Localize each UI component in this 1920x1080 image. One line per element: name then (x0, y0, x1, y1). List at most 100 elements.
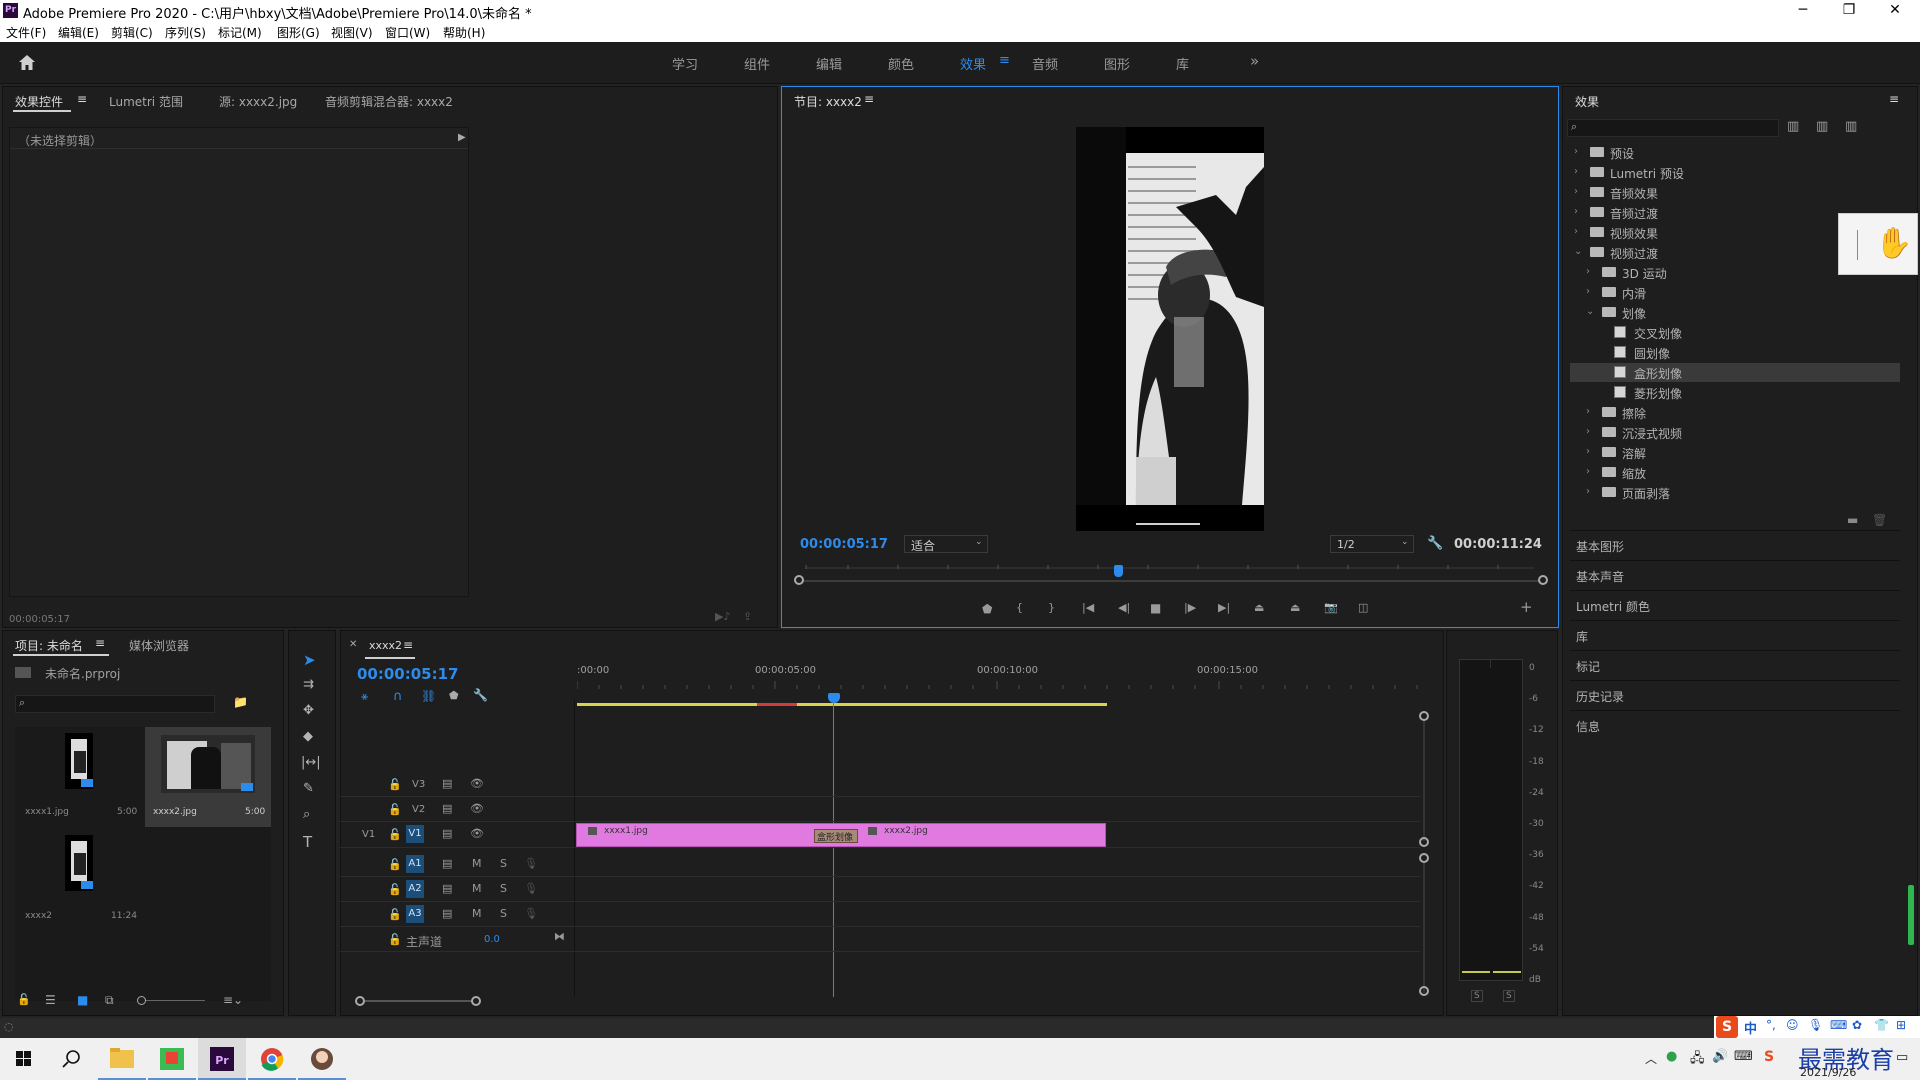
track-target-a2[interactable]: A2 (406, 880, 424, 898)
timeline-settings-icon[interactable]: 🔧 (473, 688, 488, 702)
chrome-icon[interactable] (248, 1038, 296, 1080)
effects-tree-item[interactable]: › 预设 (1570, 143, 1900, 162)
extract-icon[interactable]: ⏏ (1290, 601, 1300, 614)
workspace-libraries[interactable]: 库 (1176, 54, 1189, 73)
menu-view[interactable]: 视图(V) (331, 24, 373, 41)
accelerated-effects-icon[interactable]: ▥ (1787, 119, 1799, 134)
tab-sequence[interactable]: xxxx2 (369, 639, 402, 652)
tab-media-browser[interactable]: 媒体浏览器 (129, 637, 189, 654)
voice-over-icon[interactable]: 🎙 (524, 857, 538, 870)
comparison-view-icon[interactable]: ◫ (1358, 601, 1368, 614)
add-marker-icon[interactable]: ⬟ (982, 602, 992, 616)
zoom-tool-icon[interactable]: ⌕ (303, 807, 310, 822)
voice-over-icon[interactable]: 🎙 (524, 882, 538, 895)
premiere-pro-taskbar-icon[interactable]: Pr (198, 1038, 246, 1080)
zoom-handle-left[interactable] (794, 575, 804, 585)
workspace-color[interactable]: 颜色 (888, 54, 914, 73)
chevron-right-icon[interactable]: › (1574, 226, 1578, 237)
pen-tool-icon[interactable]: ✎ (303, 781, 314, 796)
h-zoom-handle-right[interactable] (471, 996, 481, 1006)
avatar-app-icon[interactable] (298, 1038, 346, 1080)
sync-lock-icon[interactable]: ▤ (442, 857, 452, 870)
solo-button[interactable]: S (500, 857, 507, 870)
resolution-dropdown[interactable]: 1/2 ⌄ (1330, 535, 1414, 553)
effects-tree-item[interactable]: 盒形划像 (1570, 363, 1900, 382)
effects-tree-item[interactable]: 菱形划像 (1570, 383, 1900, 402)
project-item-selected[interactable]: xxxx2.jpg 5:00 (145, 727, 271, 827)
tab-audio-clip-mixer[interactable]: 音频剪辑混合器: xxxx2 (325, 93, 453, 110)
effects-tree-item[interactable]: 交叉划像 (1570, 323, 1900, 342)
section-info[interactable]: 信息 (1570, 710, 1900, 740)
fit-dropdown[interactable]: 适合 ⌄ (904, 535, 988, 553)
effects-tree-item[interactable]: › 擦除 (1570, 403, 1900, 422)
selection-tool-icon[interactable]: ➤ (303, 651, 316, 669)
add-button-icon[interactable]: + (1520, 598, 1533, 616)
mute-button[interactable]: M (472, 907, 482, 920)
section-markers[interactable]: 标记 (1570, 650, 1900, 680)
export-icon[interactable]: ⇪ (743, 610, 752, 623)
eye-icon[interactable]: 👁 (470, 827, 484, 840)
project-item[interactable]: xxxx2 11:24 (15, 831, 141, 931)
menu-clip[interactable]: 剪辑(C) (111, 24, 153, 41)
voice-over-icon[interactable]: 🎙 (524, 907, 538, 920)
effects-tree-item[interactable]: › 溶解 (1570, 443, 1900, 462)
effects-tree-item[interactable]: › 内滑 (1570, 283, 1900, 302)
project-search-input[interactable]: ⌕ (15, 695, 215, 713)
ime-language[interactable]: 中 (1744, 1018, 1757, 1037)
maximize-button[interactable]: ❐ (1826, 0, 1872, 22)
lock-track-icon[interactable]: 🔓 (388, 803, 402, 816)
menu-edit[interactable]: 编辑(E) (58, 24, 99, 41)
master-volume[interactable]: 0.0 (484, 934, 500, 945)
effects-menu-icon[interactable]: ≡ (1889, 92, 1899, 106)
32bit-effects-icon[interactable]: ▥ (1816, 119, 1828, 134)
chevron-down-icon[interactable]: ⌄ (1574, 246, 1582, 257)
icon-view-icon[interactable]: ■ (77, 993, 88, 1007)
snap-magnet-icon[interactable]: ∩ (393, 689, 403, 704)
horizontal-scrollbar[interactable] (365, 1000, 473, 1002)
lift-icon[interactable]: ⏏ (1254, 601, 1264, 614)
menu-window[interactable]: 窗口(W) (385, 24, 430, 41)
tab-lumetri-scopes[interactable]: Lumetri 范围 (109, 93, 183, 110)
close-button[interactable]: ✕ (1872, 0, 1918, 22)
new-bin-icon[interactable]: ▬ (1847, 513, 1858, 527)
lock-track-icon[interactable]: 🔓 (388, 933, 402, 946)
tab-program[interactable]: 节目: xxxx2 (794, 93, 862, 110)
expand-arrow-icon[interactable]: ▶ (458, 132, 466, 143)
play-only-audio-icon[interactable]: ▶♪ (715, 610, 730, 623)
program-scrubber[interactable] (798, 565, 1542, 579)
menu-marker[interactable]: 标记(M) (218, 24, 262, 41)
go-to-out-icon[interactable]: ▶| (1218, 601, 1230, 614)
mark-in-icon[interactable]: { (1016, 601, 1023, 614)
chevron-right-icon[interactable]: › (1574, 206, 1578, 217)
zoom-slider-handle[interactable] (137, 996, 146, 1005)
timeline-playhead-handle[interactable] (828, 693, 840, 703)
minimize-button[interactable]: ─ (1780, 0, 1826, 22)
sort-icon[interactable]: ≡⌄ (223, 993, 243, 1007)
lock-track-icon[interactable]: 🔓 (388, 883, 402, 896)
chevron-right-icon[interactable]: › (1574, 186, 1578, 197)
workspace-effects[interactable]: 效果 (960, 54, 986, 73)
eye-icon[interactable]: 👁 (470, 802, 484, 815)
track-select-tool-icon[interactable]: ⇉ (303, 677, 314, 692)
audio-scrollbar[interactable] (1423, 863, 1425, 993)
effects-tree-item[interactable]: › 沉浸式视频 (1570, 423, 1900, 442)
chevron-right-icon[interactable]: › (1574, 166, 1578, 177)
stop-icon[interactable]: ■ (1150, 601, 1161, 615)
track-target-v1[interactable]: V1 (406, 825, 424, 843)
effects-tree-item[interactable]: › Lumetri 预设 (1570, 163, 1900, 182)
timeline-current-timecode[interactable]: 00:00:05:17 (357, 665, 459, 683)
sync-lock-icon[interactable]: ▤ (442, 827, 452, 840)
sync-lock-icon[interactable]: ▤ (442, 777, 452, 790)
ime-punctuation-icon[interactable]: °, (1766, 1018, 1776, 1032)
solo-button[interactable]: S (500, 882, 507, 895)
effects-tree-item[interactable]: ⌄ 划像 (1570, 303, 1900, 322)
effects-search-input[interactable]: ⌕ (1567, 119, 1779, 137)
workspace-graphics[interactable]: 图形 (1104, 54, 1130, 73)
timeline-menu-icon[interactable]: ≡ (403, 638, 413, 652)
mute-button[interactable]: M (472, 882, 482, 895)
menu-graphics[interactable]: 图形(G) (277, 24, 320, 41)
solo-button[interactable]: S (500, 907, 507, 920)
snap-in-timeline-icon[interactable]: ⚹ (361, 689, 368, 704)
sync-lock-icon[interactable]: ▤ (442, 882, 452, 895)
delete-icon[interactable]: 🗑 (1872, 513, 1887, 527)
